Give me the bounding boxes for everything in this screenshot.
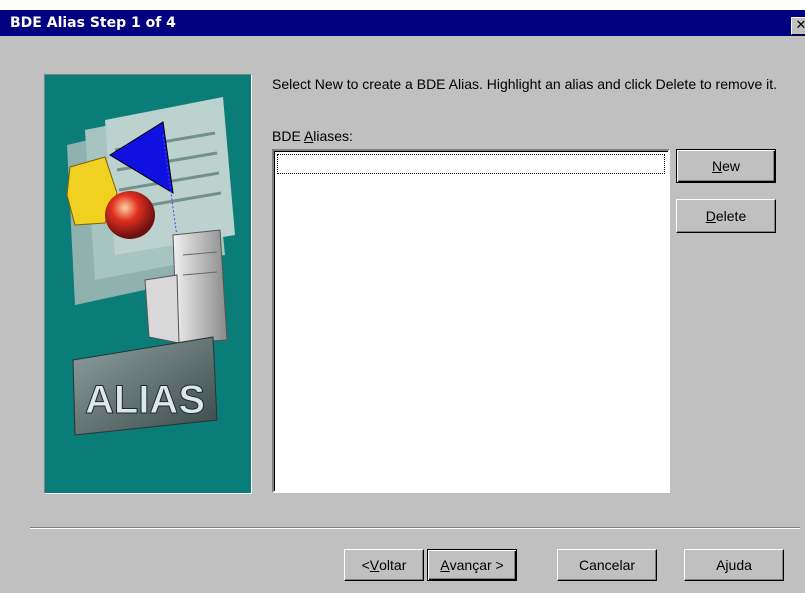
back-prefix: < bbox=[361, 557, 370, 573]
aliases-label-prefix: BDE bbox=[272, 128, 304, 144]
delete-button[interactable]: Delete bbox=[676, 199, 776, 233]
aliases-label-accel: A bbox=[303, 128, 314, 144]
cancel-button-label: Cancelar bbox=[578, 557, 636, 573]
screen-top-strip bbox=[0, 0, 805, 10]
next-button-label: Avançar > bbox=[440, 550, 503, 580]
footer-separator bbox=[30, 527, 800, 529]
aliases-list-label: BDE Aliases: bbox=[272, 128, 353, 144]
delete-rest: elete bbox=[715, 208, 747, 224]
wizard-side-image: ALIAS bbox=[44, 74, 252, 494]
next-button[interactable]: Avançar > bbox=[427, 549, 517, 581]
next-accel: A bbox=[440, 557, 450, 573]
alias-illustration: ALIAS bbox=[66, 97, 235, 436]
new-rest: ew bbox=[722, 158, 741, 174]
back-button-label: < Voltar bbox=[362, 550, 407, 580]
list-focus-row[interactable] bbox=[277, 154, 665, 174]
new-button[interactable]: New bbox=[676, 149, 776, 183]
next-rest: vançar > bbox=[449, 557, 504, 573]
red-sphere-shape bbox=[105, 191, 155, 239]
cancel-button[interactable]: Cancelar bbox=[557, 549, 657, 581]
delete-button-label: Delete bbox=[706, 200, 746, 232]
help-button[interactable]: Ajuda bbox=[684, 549, 784, 581]
new-button-label: New bbox=[712, 150, 740, 182]
close-button[interactable]: ✕ bbox=[791, 17, 805, 35]
title-bar[interactable]: BDE Alias Step 1 of 4 ✕ bbox=[0, 10, 805, 36]
back-button[interactable]: < Voltar bbox=[344, 549, 424, 581]
window-title: BDE Alias Step 1 of 4 bbox=[10, 15, 176, 31]
help-button-label: Ajuda bbox=[716, 557, 752, 573]
alias-logo-text: ALIAS bbox=[85, 378, 205, 422]
aliases-label-rest: liases: bbox=[313, 128, 353, 144]
back-accel: V bbox=[369, 557, 380, 573]
back-rest: oltar bbox=[379, 557, 407, 573]
new-accel: N bbox=[711, 158, 723, 174]
aliases-listbox[interactable] bbox=[272, 149, 670, 493]
delete-accel: D bbox=[705, 208, 716, 224]
instructions-text: Select New to create a BDE Alias. Highli… bbox=[272, 76, 778, 92]
alias-logo-graphic: ALIAS bbox=[72, 336, 218, 436]
close-icon: ✕ bbox=[795, 18, 805, 33]
